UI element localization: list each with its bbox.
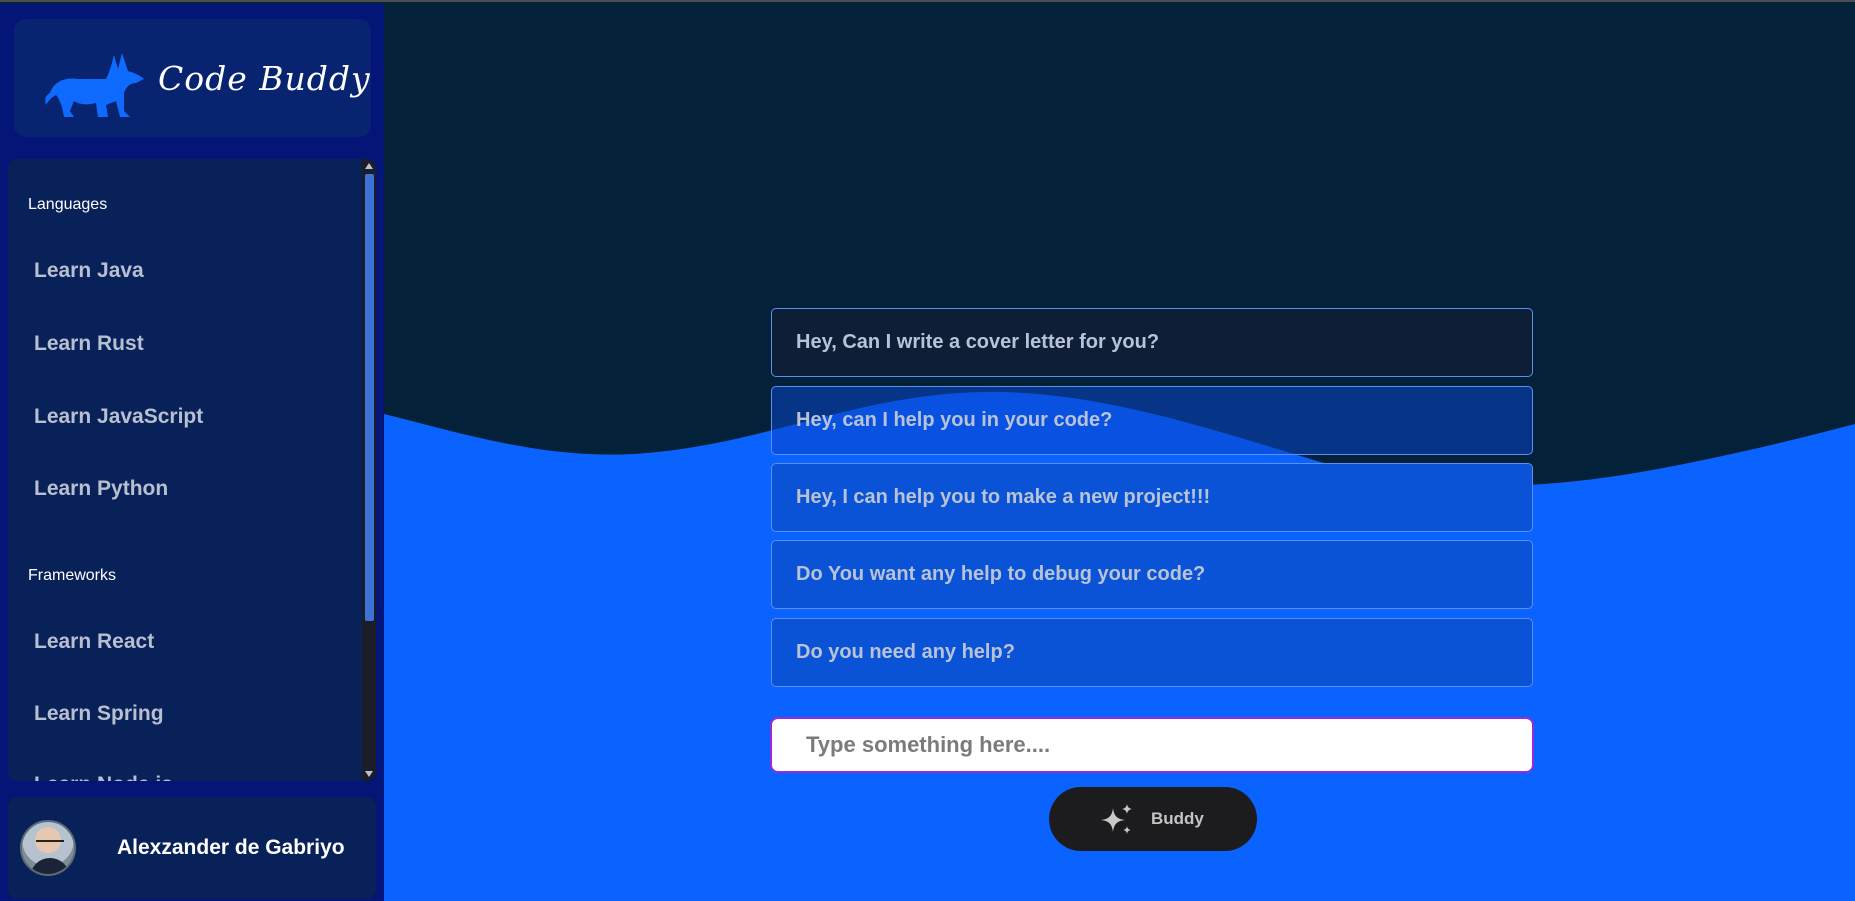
nav-scrollbar[interactable] [362,159,376,781]
suggestion-help-code[interactable]: Hey, can I help you in your code? [771,386,1533,455]
user-name: Alexzander de Gabriyo [117,836,345,859]
sidebar: Code Buddy Languages Learn Java Learn Ru… [0,4,384,901]
user-profile-card[interactable]: Alexzander de Gabriyo [8,797,376,899]
main-content: Hey, Can I write a cover letter for you?… [384,4,1855,901]
buddy-button[interactable]: Buddy [1049,787,1257,851]
nav-item-learn-rust[interactable]: Learn Rust [34,332,144,356]
avatar[interactable] [20,820,76,876]
chat-input[interactable] [770,717,1534,773]
navigation-panel: Languages Learn Java Learn Rust Learn Ja… [8,159,376,781]
nav-item-learn-python[interactable]: Learn Python [34,477,168,501]
nav-item-learn-spring[interactable]: Learn Spring [34,702,164,726]
scroll-down-icon[interactable] [365,771,373,777]
code-buddy-app: Code Buddy Languages Learn Java Learn Ru… [0,0,1855,901]
suggestion-need-help[interactable]: Do you need any help? [771,618,1533,687]
suggestion-debug[interactable]: Do You want any help to debug your code? [771,540,1533,609]
nav-scroll-area[interactable]: Languages Learn Java Learn Rust Learn Ja… [8,159,362,781]
dog-icon [45,53,144,117]
nav-item-learn-react[interactable]: Learn React [34,630,154,654]
scroll-up-icon[interactable] [365,163,373,169]
section-label-languages: Languages [28,196,108,213]
logo-card[interactable]: Code Buddy [14,19,371,137]
nav-item-learn-java[interactable]: Learn Java [34,259,144,283]
nav-item-learn-nodejs[interactable]: Learn Node.js [34,773,173,781]
app-logo-text: Code Buddy [158,59,371,98]
sparkle-icon [1101,804,1132,834]
nav-item-learn-javascript[interactable]: Learn JavaScript [34,405,203,429]
buddy-button-label: Buddy [1151,809,1204,828]
section-label-frameworks: Frameworks [28,567,117,584]
suggestion-cover-letter[interactable]: Hey, Can I write a cover letter for you? [771,308,1533,377]
suggestion-new-project[interactable]: Hey, I can help you to make a new projec… [771,463,1533,532]
avatar-glasses [36,840,64,846]
scroll-thumb[interactable] [365,174,374,621]
avatar-shirt [30,858,70,874]
